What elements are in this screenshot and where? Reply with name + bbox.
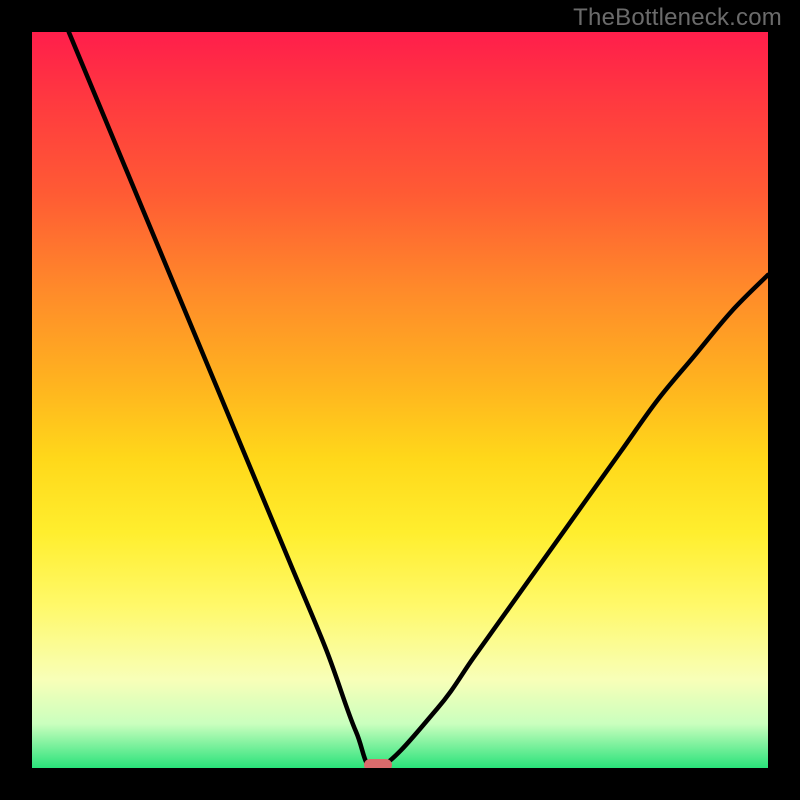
dip-marker — [364, 759, 392, 768]
watermark-text: TheBottleneck.com — [573, 4, 782, 32]
plot-area — [32, 32, 768, 768]
chart-frame: TheBottleneck.com — [0, 0, 800, 800]
bottleneck-curve — [32, 32, 768, 768]
